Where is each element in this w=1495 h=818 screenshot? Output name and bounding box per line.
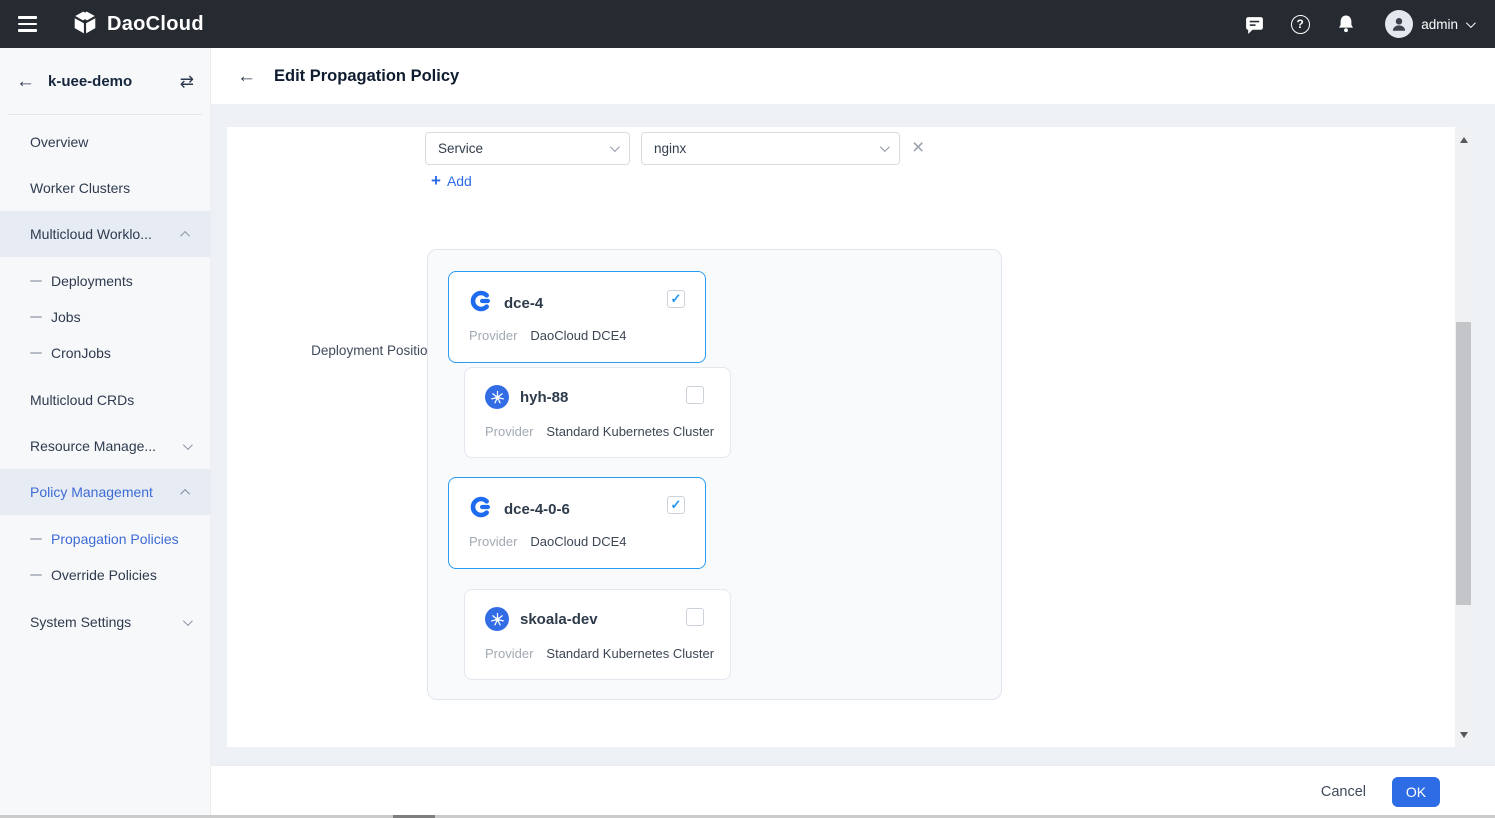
resource-name-select[interactable]: nginx [641,132,900,165]
resource-type-select[interactable]: Service [425,132,630,165]
vertical-scrollbar[interactable] [1455,127,1472,747]
checkbox-checked[interactable]: ✓ [667,496,685,514]
brand-logo[interactable]: DaoCloud [72,9,204,40]
sidebar-item-worker-clusters[interactable]: Worker Clusters [0,165,210,211]
sidebar-item-deployments[interactable]: Deployments [0,263,210,299]
checkbox-unchecked[interactable] [686,386,704,404]
main-area: ← Edit Propagation Policy Service nginx … [211,48,1495,818]
dce-logo-icon [469,289,493,318]
sidebar-item-overview[interactable]: Overview [0,119,210,165]
scroll-up-arrow[interactable] [1455,132,1472,148]
hamburger-menu-icon[interactable] [0,0,44,48]
kubernetes-logo-icon [485,607,509,631]
cluster-card-dce-4-0-6[interactable]: dce-4-0-6 ✓ Provider DaoCloud DCE4 [448,477,706,569]
notification-bell-icon[interactable] [1335,13,1357,35]
plus-icon: + [431,171,441,191]
top-bar: DaoCloud ? [0,0,1495,48]
sidebar-item-policy-management[interactable]: Policy Management [0,469,210,515]
cluster-card-dce-4[interactable]: dce-4 ✓ Provider DaoCloud DCE4 [448,271,706,363]
cluster-selection-panel: dce-4 ✓ Provider DaoCloud DCE4 [427,249,1002,700]
help-icon[interactable]: ? [1289,13,1311,35]
sidebar-menu: Overview Worker Clusters Multicloud Work… [0,115,210,645]
page-back-icon[interactable]: ← [237,67,256,86]
sidebar: ← k-uee-demo ⇄ Overview Worker Clusters … [0,48,211,818]
sidebar-item-multicloud-crds[interactable]: Multicloud CRDs [0,377,210,423]
scrollbar-thumb[interactable] [1456,322,1471,605]
avatar [1385,10,1413,38]
deployment-position-label: Deployment Position [283,343,435,358]
sidebar-item-cronjobs[interactable]: CronJobs [0,335,210,371]
sidebar-item-multicloud-workloads[interactable]: Multicloud Worklo... [0,211,210,257]
dash-icon [30,280,42,282]
cancel-button[interactable]: Cancel [1321,784,1366,800]
chevron-down-icon [183,616,193,626]
remove-resource-icon[interactable]: × [912,137,924,158]
daocloud-cube-icon [72,9,98,40]
sidebar-item-override-policies[interactable]: Override Policies [0,557,210,593]
cluster-card-hyh-88[interactable]: hyh-88 Provider Standard Kubernetes Clus… [464,367,731,458]
switch-project-icon[interactable]: ⇄ [180,73,194,90]
chevron-down-icon [610,142,620,152]
dash-icon [30,574,42,576]
sidebar-item-jobs[interactable]: Jobs [0,299,210,335]
username-label: admin [1421,17,1458,32]
sidebar-item-system-settings[interactable]: System Settings [0,599,210,645]
project-name: k-uee-demo [48,73,132,90]
action-footer: Cancel OK [211,765,1495,818]
add-resource-button[interactable]: + Add [431,171,472,191]
message-icon[interactable] [1243,13,1265,35]
brand-name: DaoCloud [107,13,204,36]
cluster-card-skoala-dev[interactable]: skoala-dev Provider Standard Kubernetes … [464,589,731,680]
chevron-down-icon [183,440,193,450]
kubernetes-logo-icon [485,385,509,409]
ok-button[interactable]: OK [1392,777,1440,807]
dce-logo-icon [469,495,493,524]
chevron-down-icon [1466,18,1476,28]
scroll-down-arrow[interactable] [1455,727,1472,743]
page-title: Edit Propagation Policy [274,67,459,86]
dash-icon [30,316,42,318]
sidebar-back-icon[interactable]: ← [16,72,35,91]
sidebar-item-propagation-policies[interactable]: Propagation Policies [0,521,210,557]
page-header: ← Edit Propagation Policy [211,48,1495,104]
dash-icon [30,538,42,540]
form-panel: Service nginx × + Add Deployment Positio… [227,127,1472,747]
checkbox-unchecked[interactable] [686,608,704,626]
sidebar-item-resource-management[interactable]: Resource Manage... [0,423,210,469]
dash-icon [30,352,42,354]
checkbox-checked[interactable]: ✓ [667,290,685,308]
help-glyph: ? [1297,17,1304,31]
user-menu[interactable]: admin [1381,10,1473,38]
chevron-down-icon [880,142,890,152]
